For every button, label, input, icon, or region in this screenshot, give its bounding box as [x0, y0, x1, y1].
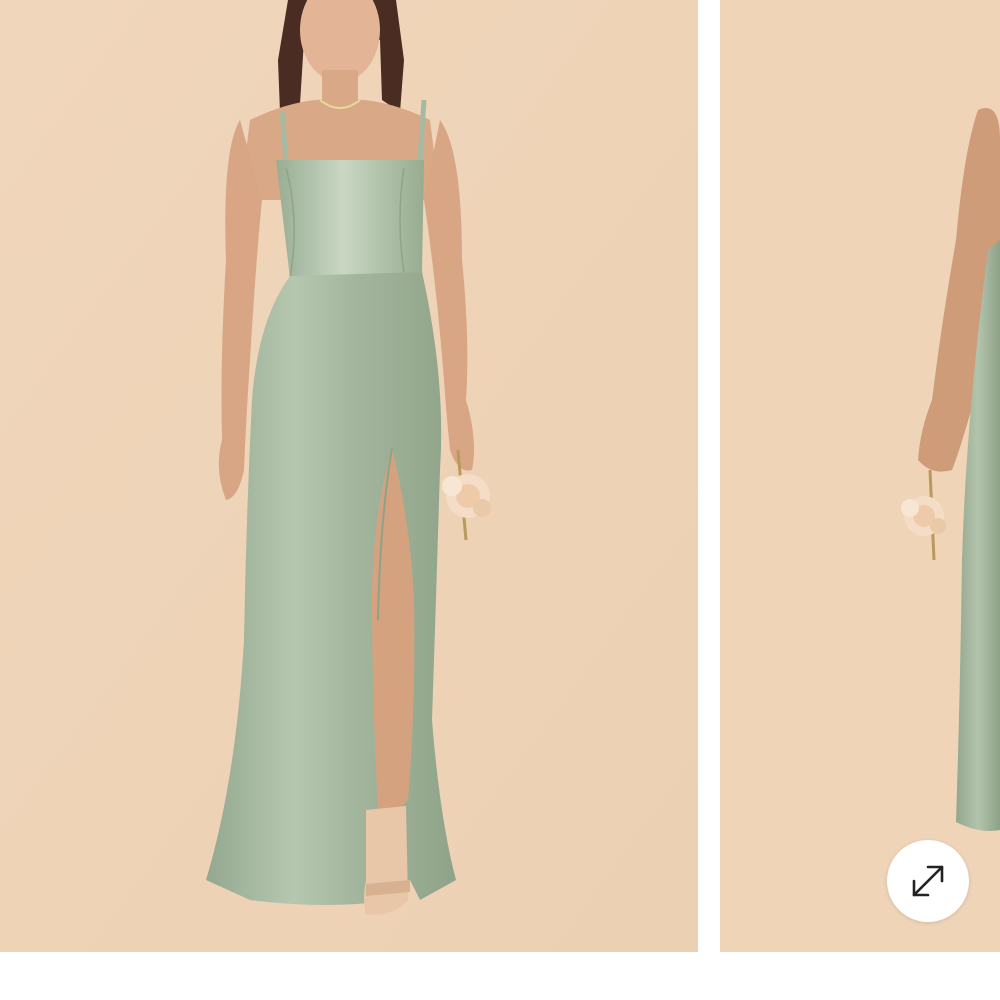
model-side-illustration: [720, 0, 1000, 952]
model-front-illustration: [0, 0, 698, 952]
expand-image-button[interactable]: [887, 840, 969, 922]
product-photo-front[interactable]: [0, 0, 698, 952]
product-photo-side[interactable]: [720, 0, 1000, 952]
product-image-gallery: [0, 0, 1000, 1000]
expand-arrows-icon: [912, 865, 944, 897]
